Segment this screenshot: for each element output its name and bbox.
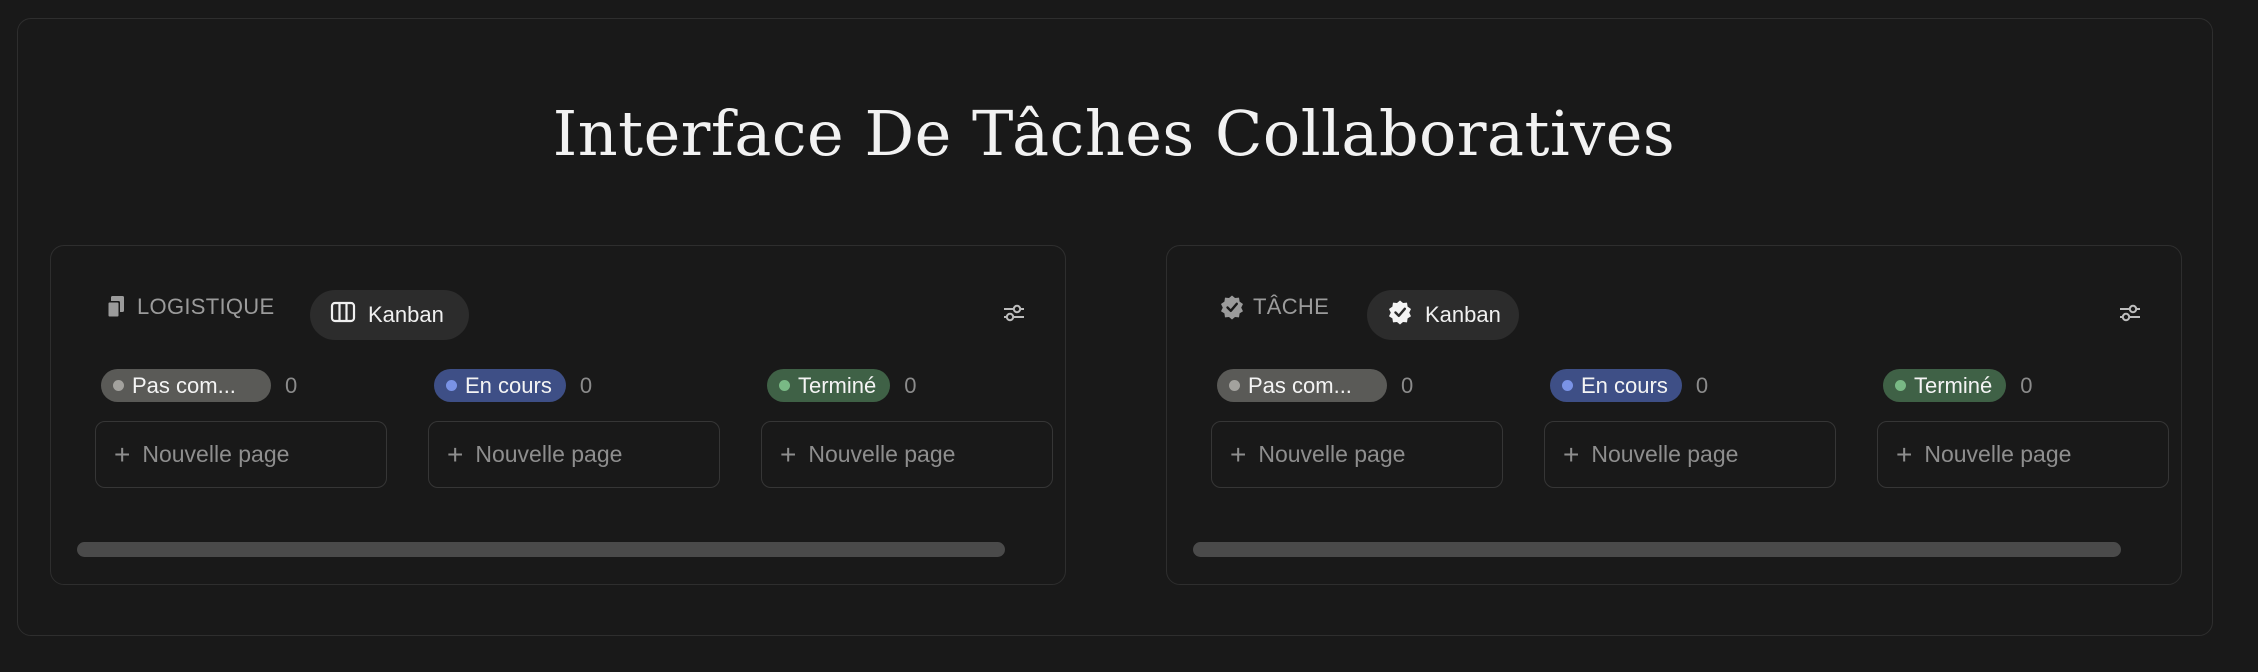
status-badge[interactable]: En cours <box>434 369 566 402</box>
new-page-label: Nouvelle page <box>1924 441 2072 467</box>
board-tache: TÂCHE Kanban Pas com... 0 + Nouvelle pag… <box>1166 245 2182 585</box>
status-label: Terminé <box>1914 372 1993 398</box>
column-header: En cours 0 <box>1550 369 1708 402</box>
column-header: Terminé 0 <box>1883 369 2033 402</box>
plus-icon: + <box>1896 438 1913 470</box>
status-dot <box>113 380 124 391</box>
status-dot <box>446 380 457 391</box>
status-label: Pas com... <box>132 372 236 398</box>
column-count: 0 <box>2020 372 2033 398</box>
board-columns: Pas com... 0 + Nouvelle page En cours 0 … <box>51 246 1065 584</box>
column-count: 0 <box>904 372 917 398</box>
status-dot <box>1562 380 1573 391</box>
column-count: 0 <box>1695 372 1709 398</box>
board-columns: Pas com... 0 + Nouvelle page En cours 0 … <box>1167 246 2181 584</box>
horizontal-scrollbar[interactable] <box>1193 542 2121 557</box>
column-header: En cours 0 <box>434 369 592 402</box>
plus-icon: + <box>780 438 797 470</box>
page-container: Interface De Tâches Collaboratives LOGIS… <box>17 18 2213 636</box>
status-badge[interactable]: Terminé <box>1883 369 2007 402</box>
new-page-label: Nouvelle page <box>1258 441 1406 467</box>
column-count: 0 <box>1401 372 1414 398</box>
new-page-button[interactable]: + Nouvelle page <box>428 421 720 488</box>
new-page-button[interactable]: + Nouvelle page <box>1211 421 1503 488</box>
plus-icon: + <box>447 438 464 470</box>
status-badge[interactable]: Terminé <box>767 369 891 402</box>
status-label: Pas com... <box>1248 372 1352 398</box>
new-page-label: Nouvelle page <box>808 441 956 467</box>
status-dot <box>1895 380 1906 391</box>
plus-icon: + <box>1563 438 1580 470</box>
horizontal-scrollbar[interactable] <box>77 542 1005 557</box>
column-header: Pas com... 0 <box>1217 369 1413 402</box>
column-header: Terminé 0 <box>767 369 917 402</box>
status-label: Terminé <box>798 372 877 398</box>
new-page-button[interactable]: + Nouvelle page <box>95 421 387 488</box>
plus-icon: + <box>1230 438 1247 470</box>
board-logistique: LOGISTIQUE Kanban Pas com... 0 + Nouvell… <box>50 245 1066 585</box>
new-page-button[interactable]: + Nouvelle page <box>1544 421 1836 488</box>
status-label: En cours <box>1581 372 1668 398</box>
new-page-label: Nouvelle page <box>142 441 290 467</box>
status-dot <box>1229 380 1240 391</box>
new-page-button[interactable]: + Nouvelle page <box>761 421 1053 488</box>
status-badge[interactable]: En cours <box>1550 369 1682 402</box>
column-header: Pas com... 0 <box>101 369 297 402</box>
page-title: Interface De Tâches Collaboratives <box>552 97 1676 170</box>
new-page-button[interactable]: + Nouvelle page <box>1877 421 2169 488</box>
status-badge[interactable]: Pas com... <box>1217 369 1387 402</box>
status-badge[interactable]: Pas com... <box>101 369 271 402</box>
column-count: 0 <box>579 372 593 398</box>
status-label: En cours <box>465 372 552 398</box>
new-page-label: Nouvelle page <box>1591 441 1739 467</box>
plus-icon: + <box>114 438 131 470</box>
column-count: 0 <box>285 372 298 398</box>
status-dot <box>779 380 790 391</box>
new-page-label: Nouvelle page <box>475 441 623 467</box>
